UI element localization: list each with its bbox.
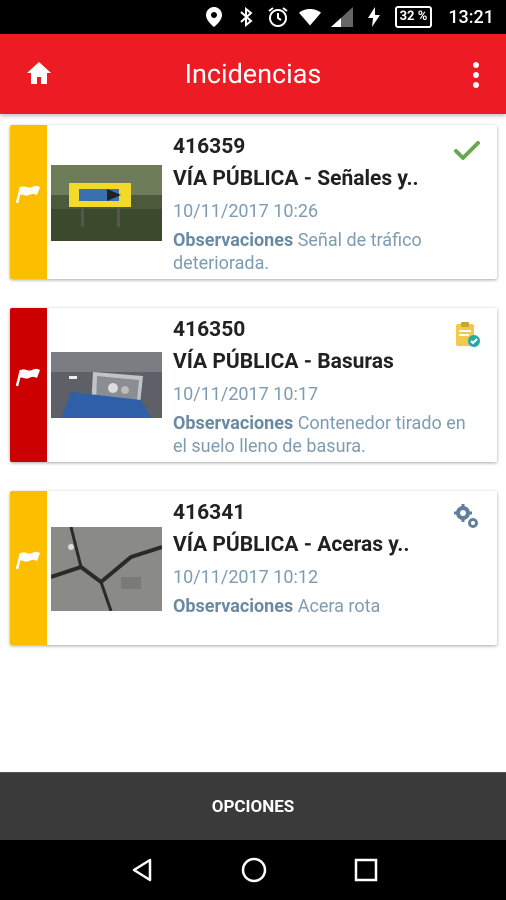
priority-strip: [10, 125, 47, 279]
signal-icon: [330, 6, 353, 28]
observations-text: Acera rota: [297, 596, 381, 617]
incident-card[interactable]: 416350 VÍA PÚBLICA - Basuras 10/11/2017 …: [10, 308, 497, 462]
incident-date: 10/11/2017 10:26: [173, 201, 319, 222]
incident-category: VÍA PÚBLICA - Aceras y..: [173, 533, 410, 557]
clock: 13:21: [448, 6, 494, 28]
gears-icon: [453, 503, 481, 531]
incident-category: VÍA PÚBLICA - Señales y..: [173, 167, 419, 191]
observations-label: Observaciones: [173, 230, 294, 251]
back-icon[interactable]: [128, 856, 156, 884]
bluetooth-icon: [235, 6, 257, 28]
clipboard-check-icon: [453, 320, 481, 348]
status-bar: 32 % 13:21: [0, 0, 506, 34]
check-icon: [453, 137, 481, 165]
charging-icon: [363, 6, 385, 28]
incident-photo: [51, 165, 162, 241]
incident-date: 10/11/2017 10:12: [173, 567, 319, 588]
options-button[interactable]: OPCIONES: [0, 772, 506, 841]
incident-photo: [51, 352, 162, 418]
flag-icon: [15, 368, 40, 387]
incident-photo: [50, 526, 163, 612]
flag-icon: [15, 551, 40, 570]
flag-icon: [15, 185, 40, 204]
incident-card[interactable]: 416341 VÍA PÚBLICA - Aceras y.. 10/11/20…: [10, 491, 497, 645]
incident-observations: Observaciones Contenedor tirado en el su…: [173, 412, 478, 458]
page-title: Incidencias: [184, 58, 322, 90]
home-circle-icon[interactable]: [240, 856, 268, 884]
incident-date: 10/11/2017 10:17: [173, 384, 319, 405]
app-bar: Incidencias: [0, 34, 506, 114]
incident-observations: Observaciones Señal de tráfico deteriora…: [173, 229, 478, 275]
incident-category: VÍA PÚBLICA - Basuras: [173, 350, 394, 374]
incident-id: 416350: [173, 318, 246, 342]
more-vert-icon[interactable]: [466, 58, 486, 92]
nav-bar: [0, 840, 506, 900]
incident-card[interactable]: 416359 VÍA PÚBLICA - Señales y.. 10/11/2…: [10, 125, 497, 279]
observations-label: Observaciones: [173, 596, 294, 617]
incident-observations: Observaciones Acera rota: [173, 595, 478, 618]
recents-icon[interactable]: [352, 856, 380, 884]
observations-label: Observaciones: [173, 413, 294, 434]
incident-id: 416341: [173, 501, 246, 525]
wifi-icon: [298, 6, 321, 28]
incident-id: 416359: [173, 135, 246, 159]
location-icon: [203, 6, 225, 28]
priority-strip: [10, 308, 47, 462]
priority-strip: [10, 491, 47, 645]
battery-level: 32 %: [394, 6, 433, 28]
alarm-icon: [267, 6, 289, 28]
